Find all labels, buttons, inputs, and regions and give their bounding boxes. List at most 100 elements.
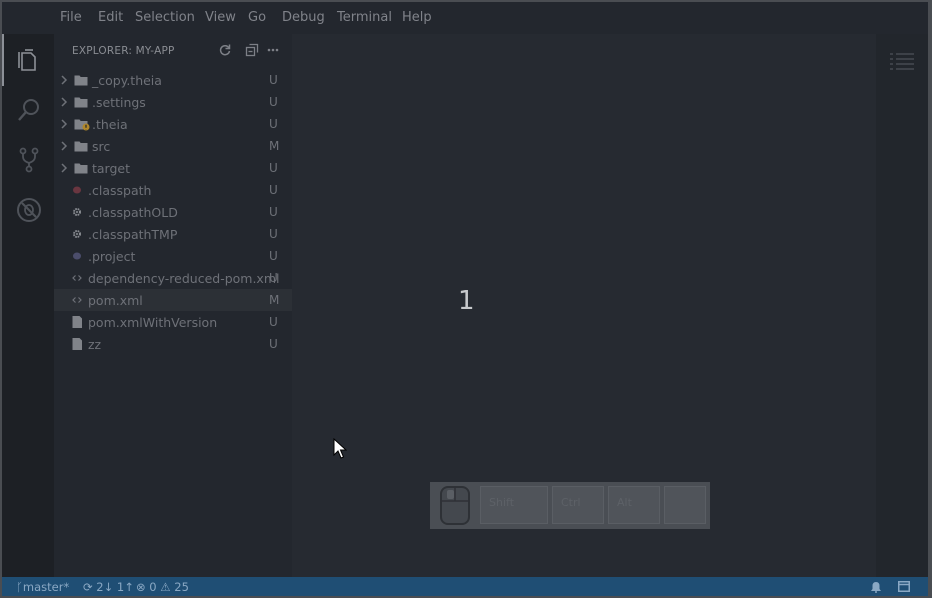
editor-content: 1 xyxy=(458,286,475,316)
key-press-overlay: Shift Ctrl Alt xyxy=(430,482,710,529)
menu-bar: File Edit Selection View Go Debug Termin… xyxy=(2,2,928,32)
chevron-right-icon[interactable] xyxy=(60,141,68,151)
file-icon xyxy=(72,338,82,350)
tree-file[interactable]: .classpathOLD U xyxy=(54,201,292,223)
tree-file[interactable]: .classpathTMP U xyxy=(54,223,292,245)
panel-toggle-icon[interactable] xyxy=(898,581,910,592)
git-status-badge: U xyxy=(269,315,278,329)
ide-window: File Edit Selection View Go Debug Termin… xyxy=(2,2,928,596)
tree-folder[interactable]: src M xyxy=(54,135,292,157)
git-status-badge: U xyxy=(269,271,278,285)
file-tree: _copy.theia U .settings U .theia Usrc Mtarget U… xyxy=(54,69,292,355)
tree-item-label: src xyxy=(92,139,111,154)
git-status-badge: M xyxy=(269,293,280,307)
classpath-icon xyxy=(73,186,81,194)
tree-file[interactable]: pom.xmlWithVersion U xyxy=(54,311,292,333)
sync-indicator[interactable]: ⟳ 2↓ 1↑ xyxy=(83,580,134,594)
folder-icon xyxy=(74,75,88,86)
xml-icon xyxy=(72,297,82,303)
tree-file[interactable]: zz U xyxy=(54,333,292,355)
git-status-badge: U xyxy=(269,161,278,175)
activity-bar xyxy=(2,34,54,577)
key-blank xyxy=(664,486,706,524)
menu-view[interactable]: View xyxy=(205,10,236,25)
tree-item-label: .classpathOLD xyxy=(88,205,178,220)
tree-folder[interactable]: target U xyxy=(54,157,292,179)
chevron-right-icon[interactable] xyxy=(60,97,68,107)
folder-icon xyxy=(74,163,88,174)
menu-debug[interactable]: Debug xyxy=(282,10,325,25)
source-control-icon[interactable] xyxy=(16,147,42,173)
sync-icon: ⟳ xyxy=(83,580,93,594)
git-status-badge: U xyxy=(269,117,278,131)
tree-item-label: _copy.theia xyxy=(92,73,162,88)
gear-icon xyxy=(73,230,81,238)
gear-icon xyxy=(73,208,81,216)
branch-icon: ᚴ xyxy=(16,580,23,594)
editor-area[interactable]: 1 Shift Ctrl Alt xyxy=(292,34,876,577)
bell-icon[interactable] xyxy=(870,581,882,593)
git-status-badge: U xyxy=(269,183,278,197)
tree-item-label: pom.xmlWithVersion xyxy=(88,315,218,330)
menu-edit[interactable]: Edit xyxy=(98,10,123,25)
tree-item-label: target xyxy=(92,161,131,176)
warning-badge-icon xyxy=(82,123,90,131)
git-status-badge: M xyxy=(269,139,280,153)
project-icon xyxy=(73,252,81,260)
tree-file[interactable]: dependency-reduced-pom.xml U xyxy=(54,267,292,289)
more-icon[interactable] xyxy=(266,43,280,57)
tree-folder[interactable]: .settings U xyxy=(54,91,292,113)
tree-item-label: .project xyxy=(88,249,136,264)
outline-strip xyxy=(876,34,928,577)
chevron-right-icon[interactable] xyxy=(60,163,68,173)
menu-go[interactable]: Go xyxy=(248,10,266,25)
git-status-badge: U xyxy=(269,205,278,219)
active-indicator xyxy=(2,34,4,86)
menu-terminal[interactable]: Terminal xyxy=(337,10,392,25)
status-bar: ᚴmaster* ⟳ 2↓ 1↑ ⊗ 0 ⚠ 25 xyxy=(2,577,928,596)
key-ctrl: Ctrl xyxy=(552,486,604,524)
git-status-badge: U xyxy=(269,249,278,263)
tree-item-label: .theia xyxy=(92,117,128,132)
problems-indicator[interactable]: ⊗ 0 ⚠ 25 xyxy=(136,580,189,594)
chevron-right-icon[interactable] xyxy=(60,119,68,129)
chevron-right-icon[interactable] xyxy=(60,75,68,85)
error-icon: ⊗ xyxy=(136,580,146,594)
tree-file[interactable]: .classpath U xyxy=(54,179,292,201)
tree-item-label: .classpath xyxy=(88,183,152,198)
tree-item-label: .settings xyxy=(92,95,146,110)
git-status-badge: U xyxy=(269,73,278,87)
tree-file[interactable]: pom.xml M xyxy=(54,289,292,311)
extensions-icon[interactable] xyxy=(16,197,42,223)
folder-icon xyxy=(74,141,88,152)
mouse-icon xyxy=(440,486,470,525)
menu-help[interactable]: Help xyxy=(402,10,432,25)
git-status-badge: U xyxy=(269,95,278,109)
warning-icon: ⚠ xyxy=(160,580,171,594)
file-icon xyxy=(72,316,82,328)
mouse-cursor xyxy=(333,438,347,459)
tree-item-label: pom.xml xyxy=(88,293,143,308)
search-icon[interactable] xyxy=(16,97,42,123)
explorer-panel: EXPLORER: MY-APP _copy.theia U .settings U.… xyxy=(54,34,292,577)
tree-folder[interactable]: _copy.theia U xyxy=(54,69,292,91)
key-alt: Alt xyxy=(608,486,660,524)
tree-file[interactable]: .project U xyxy=(54,245,292,267)
git-status-badge: U xyxy=(269,227,278,241)
explorer-title: EXPLORER: MY-APP xyxy=(72,45,175,57)
xml-icon xyxy=(72,275,82,281)
menu-file[interactable]: File xyxy=(60,10,82,25)
outline-icon[interactable] xyxy=(889,52,915,72)
tree-item-label: .classpathTMP xyxy=(88,227,178,242)
collapse-all-icon[interactable] xyxy=(245,43,259,57)
files-icon[interactable] xyxy=(16,48,42,74)
tree-item-label: dependency-reduced-pom.xml xyxy=(88,271,280,286)
branch-indicator[interactable]: ᚴmaster* xyxy=(16,580,69,594)
git-status-badge: U xyxy=(269,337,278,351)
menu-selection[interactable]: Selection xyxy=(135,10,195,25)
tree-item-label: zz xyxy=(88,337,102,352)
key-shift: Shift xyxy=(480,486,548,524)
refresh-icon[interactable] xyxy=(218,43,232,57)
tree-folder[interactable]: .theia U xyxy=(54,113,292,135)
folder-icon xyxy=(74,97,88,108)
